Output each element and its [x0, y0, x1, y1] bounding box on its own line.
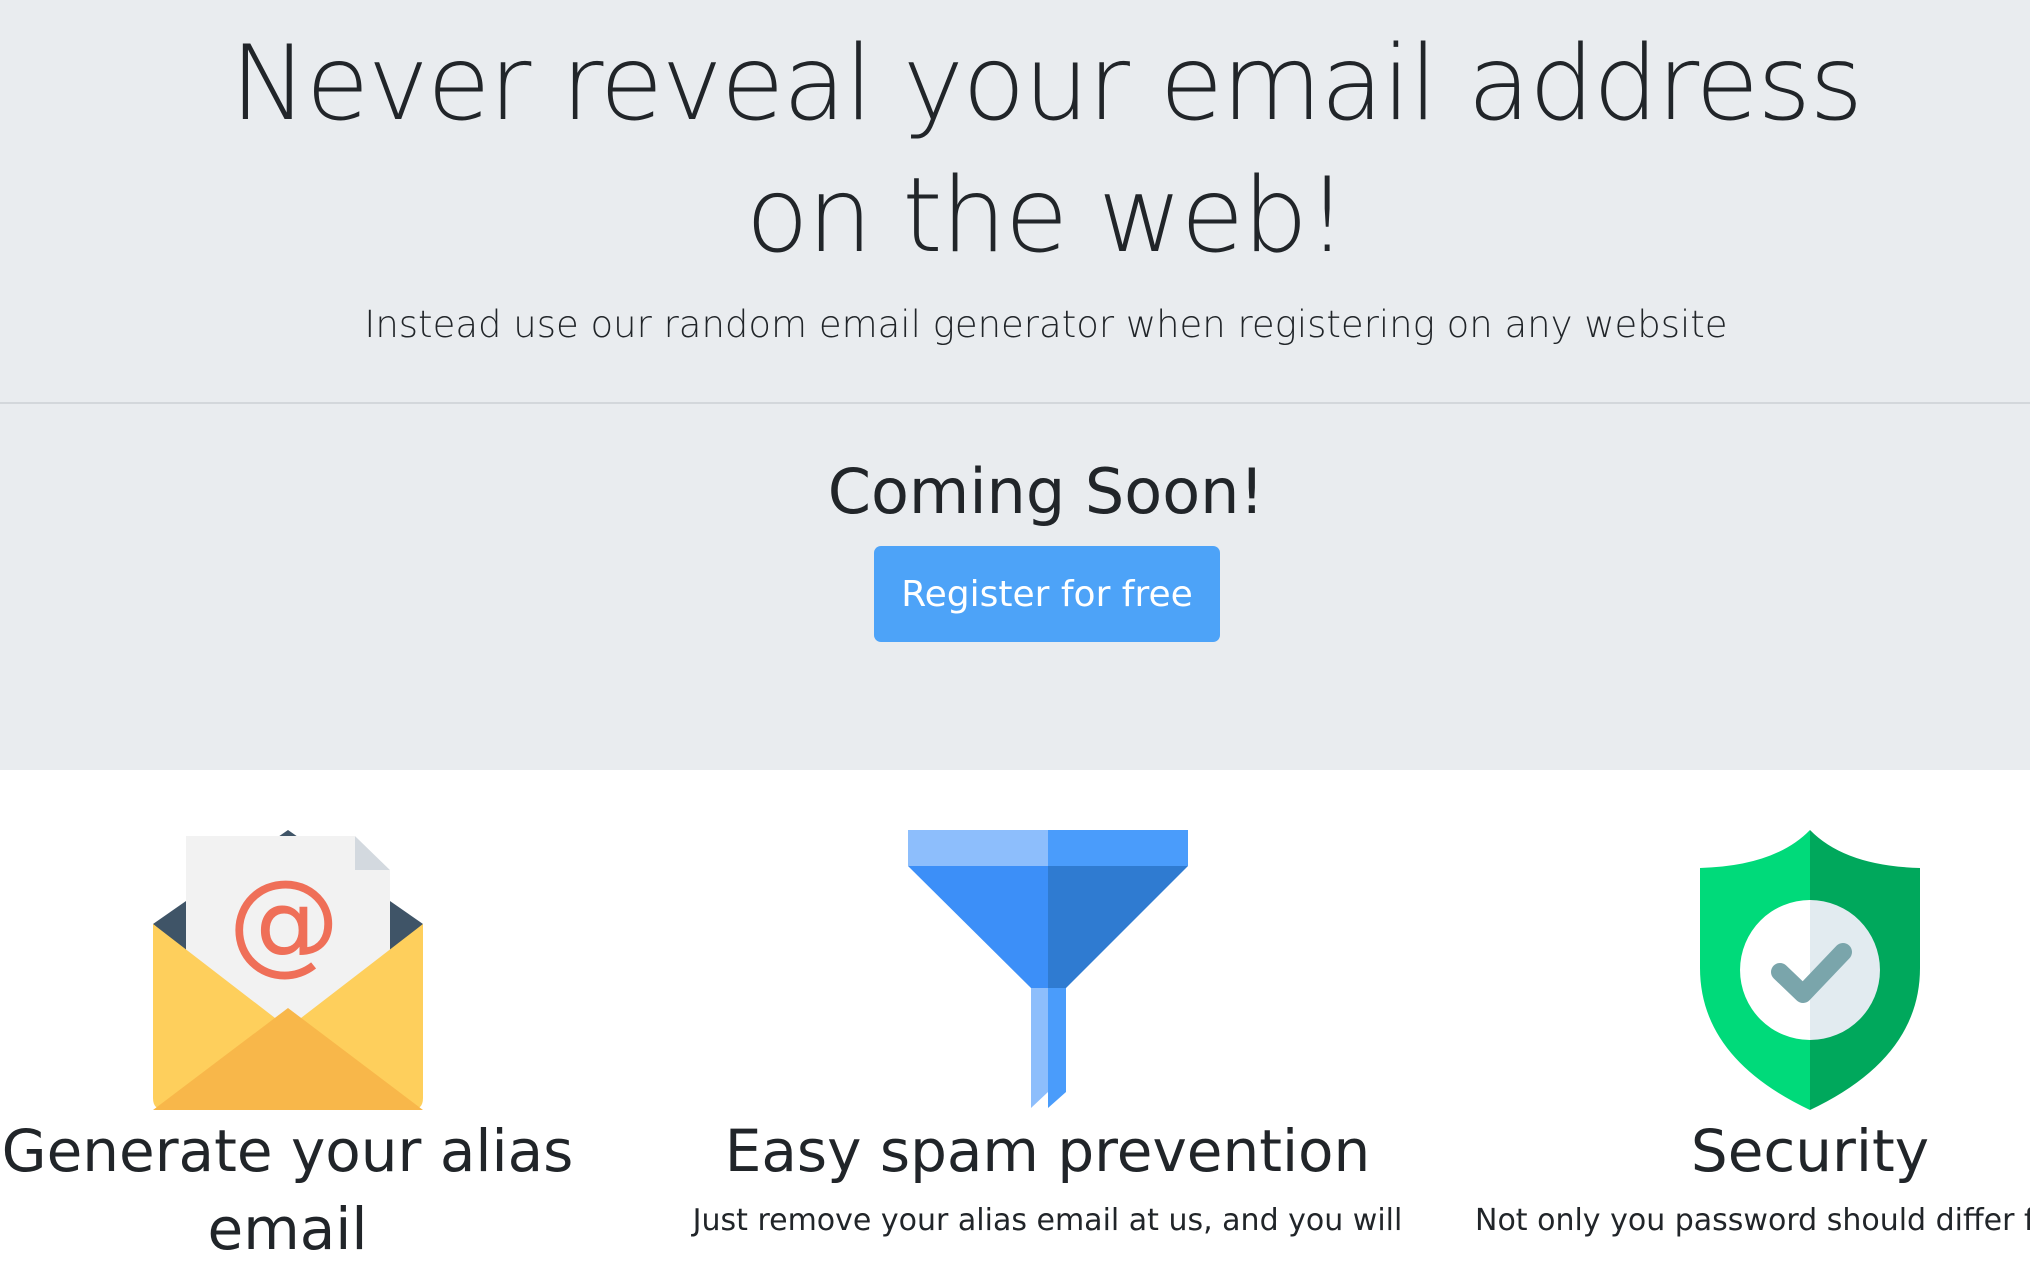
- svg-text:@: @: [228, 857, 340, 987]
- envelope-at-icon: @: [152, 830, 423, 1110]
- hero-title-line-1: Never reveal your email address: [230, 24, 1863, 144]
- feature-alias-email: @ Generate your alias email: [0, 828, 575, 1268]
- hero-subtitle: Instead use our random email generator w…: [364, 303, 1728, 346]
- feature-title-line-1: Generate your alias: [1, 1117, 574, 1185]
- shield-check-icon: [1700, 830, 1920, 1110]
- hero-section: Never reveal your email address on the w…: [0, 0, 2030, 770]
- feature-spam-prevention: Easy spam prevention Just remove your al…: [680, 828, 1415, 1246]
- feature-title: Security: [1690, 1117, 1930, 1185]
- hero-title: Never reveal your email address on the w…: [0, 18, 2030, 282]
- coming-soon-heading: Coming Soon!: [827, 455, 1265, 528]
- feature-description: Just remove your alias email at us, and …: [692, 1203, 1403, 1238]
- feature-security: Security Not only you password should di…: [1460, 828, 2030, 1246]
- feature-title-line-2: email: [207, 1195, 368, 1263]
- register-button[interactable]: Register for free: [874, 546, 1220, 642]
- hero-title-line-2: on the web!: [745, 156, 1348, 276]
- feature-title: Easy spam prevention: [724, 1117, 1371, 1185]
- feature-description: Not only you password should differ fr: [1475, 1203, 2030, 1238]
- funnel-icon: [907, 830, 1188, 1108]
- hero-divider: [0, 402, 2030, 404]
- feature-title: Generate your alias email: [0, 1112, 575, 1268]
